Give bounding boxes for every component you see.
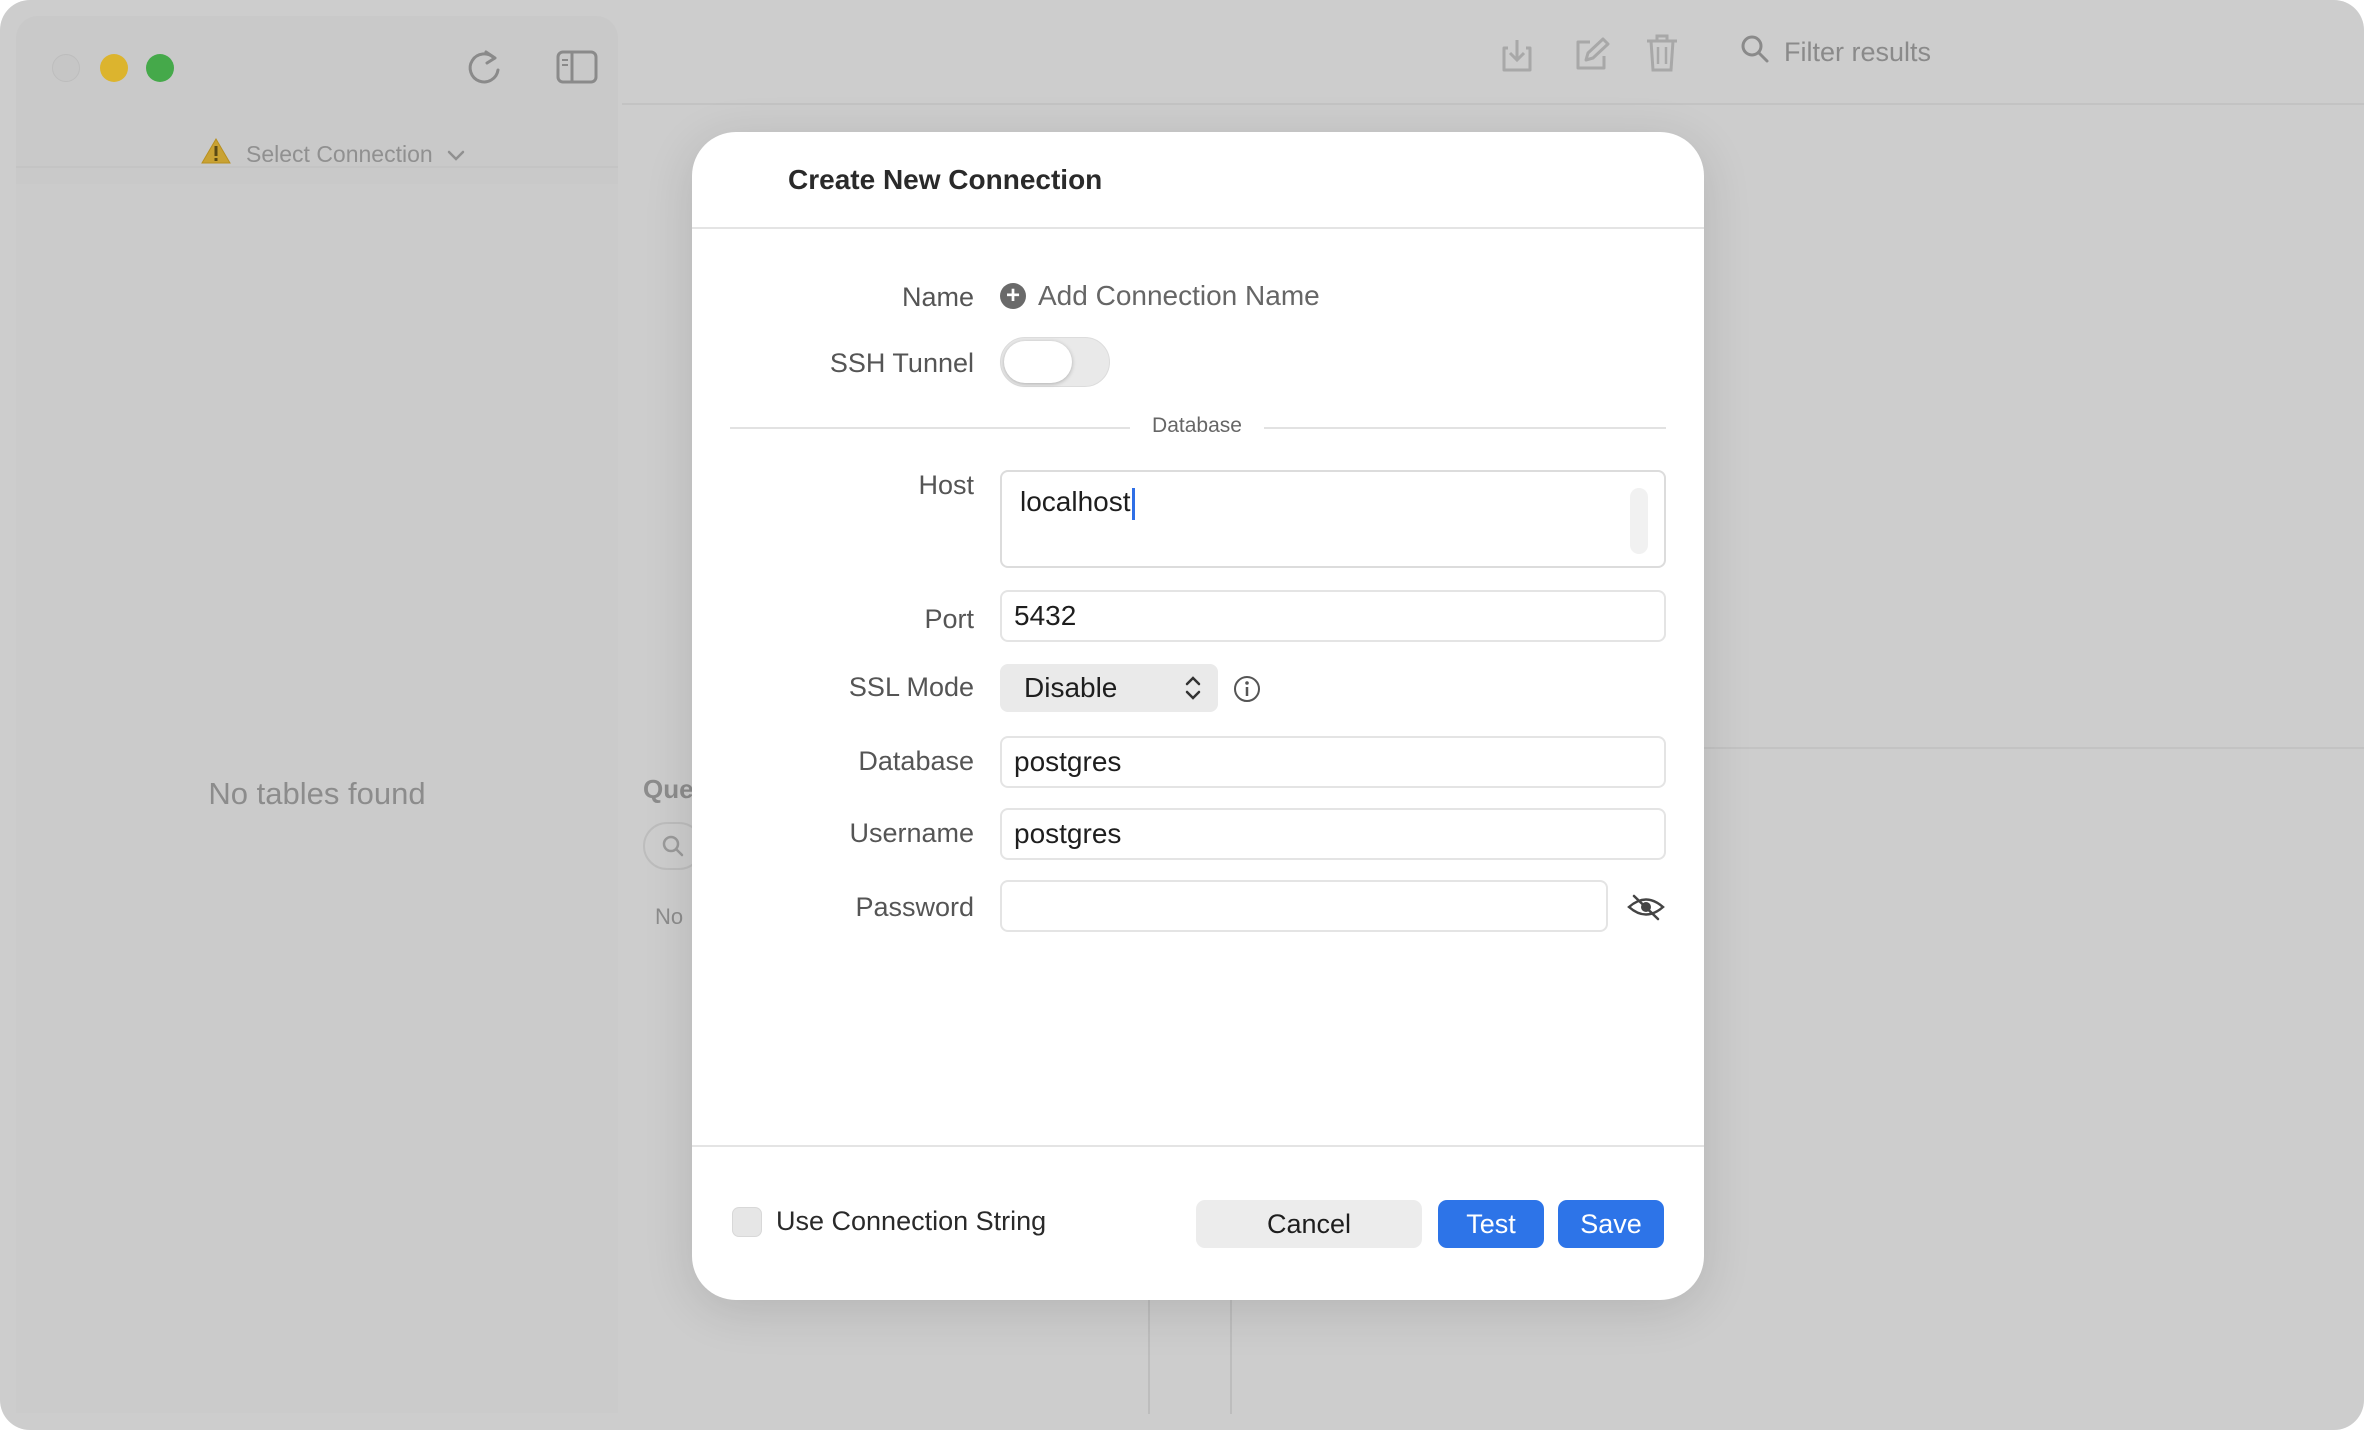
database-input[interactable]: postgres <box>1000 736 1666 788</box>
info-icon[interactable] <box>1232 674 1262 709</box>
section-divider <box>1264 427 1666 429</box>
host-input[interactable]: localhost <box>1000 470 1666 568</box>
username-value: postgres <box>1014 818 1122 849</box>
section-divider <box>730 427 1130 429</box>
no-tables-message: No tables found <box>208 776 426 811</box>
database-value: postgres <box>1014 746 1122 777</box>
toggle-knob <box>1004 341 1072 383</box>
ssh-tunnel-label: SSH Tunnel <box>829 348 974 378</box>
host-value-wrapper: localhost <box>1020 486 1135 520</box>
refresh-icon[interactable] <box>464 46 504 93</box>
plus-circle-icon: + <box>1000 283 1026 309</box>
ssl-mode-select[interactable]: Disable <box>1000 664 1218 712</box>
cancel-button[interactable]: Cancel <box>1196 1200 1422 1248</box>
port-label: Port <box>924 604 974 634</box>
database-section-label: Database <box>1152 414 1242 437</box>
host-label: Host <box>918 470 974 500</box>
sidebar-divider <box>16 166 618 168</box>
password-label: Password <box>855 892 974 922</box>
up-down-chevron-icon <box>1184 674 1202 709</box>
window-minimize-button[interactable] <box>100 54 128 82</box>
username-input[interactable]: postgres <box>1000 808 1666 860</box>
window-zoom-button[interactable] <box>146 54 174 82</box>
dialog-title: Create New Connection <box>788 164 1103 195</box>
username-label: Username <box>849 818 974 848</box>
database-label: Database <box>858 746 974 776</box>
text-caret <box>1131 487 1135 520</box>
eye-slash-icon[interactable] <box>1626 892 1666 927</box>
app-window: Select Connection No tables found Filter… <box>0 0 2364 1430</box>
password-input[interactable] <box>1000 880 1608 932</box>
filter-results-field[interactable]: Filter results <box>1740 34 1931 71</box>
test-button[interactable]: Test <box>1438 1200 1544 1248</box>
add-connection-name-label: Add Connection Name <box>1038 280 1320 311</box>
queries-empty-message: No <box>655 904 684 929</box>
dialog-header-divider <box>692 227 1704 229</box>
pane-splitter[interactable] <box>1148 1300 1150 1414</box>
use-connection-string-label: Use Connection String <box>776 1206 1047 1236</box>
add-connection-name-button[interactable]: + Add Connection Name <box>1000 280 1320 312</box>
checkbox-box[interactable] <box>732 1206 762 1237</box>
host-value: localhost <box>1020 486 1131 517</box>
ssh-tunnel-toggle[interactable] <box>1000 337 1110 387</box>
use-connection-string-checkbox[interactable]: Use Connection String <box>732 1206 1046 1237</box>
sidebar-toggle-icon[interactable] <box>556 50 598 89</box>
port-input[interactable]: 5432 <box>1000 590 1666 642</box>
dialog-footer-divider <box>692 1145 1704 1147</box>
pane-divider <box>1700 747 2364 749</box>
filter-results-placeholder: Filter results <box>1784 37 1932 67</box>
pane-splitter[interactable] <box>1230 1300 1232 1414</box>
trash-icon[interactable] <box>1644 32 1680 79</box>
download-icon[interactable] <box>1498 36 1536 79</box>
window-close-button[interactable] <box>52 54 80 82</box>
sidebar: Select Connection No tables found <box>16 16 618 1413</box>
host-scrollbar[interactable] <box>1630 488 1648 554</box>
create-connection-dialog: Create New Connection Name + Add Connect… <box>692 132 1704 1300</box>
chevron-down-icon <box>447 141 465 168</box>
port-value: 5432 <box>1014 600 1077 631</box>
search-icon <box>661 834 685 863</box>
select-connection-label: Select Connection <box>246 140 433 167</box>
save-button[interactable]: Save <box>1558 1200 1664 1248</box>
search-icon <box>1740 34 1770 71</box>
queries-title: Que <box>643 774 694 804</box>
ssl-mode-label: SSL Mode <box>848 672 974 702</box>
ssl-mode-value: Disable <box>1024 672 1118 703</box>
name-label: Name <box>901 282 974 312</box>
edit-icon[interactable] <box>1572 36 1610 79</box>
toolbar-divider <box>622 103 2364 105</box>
